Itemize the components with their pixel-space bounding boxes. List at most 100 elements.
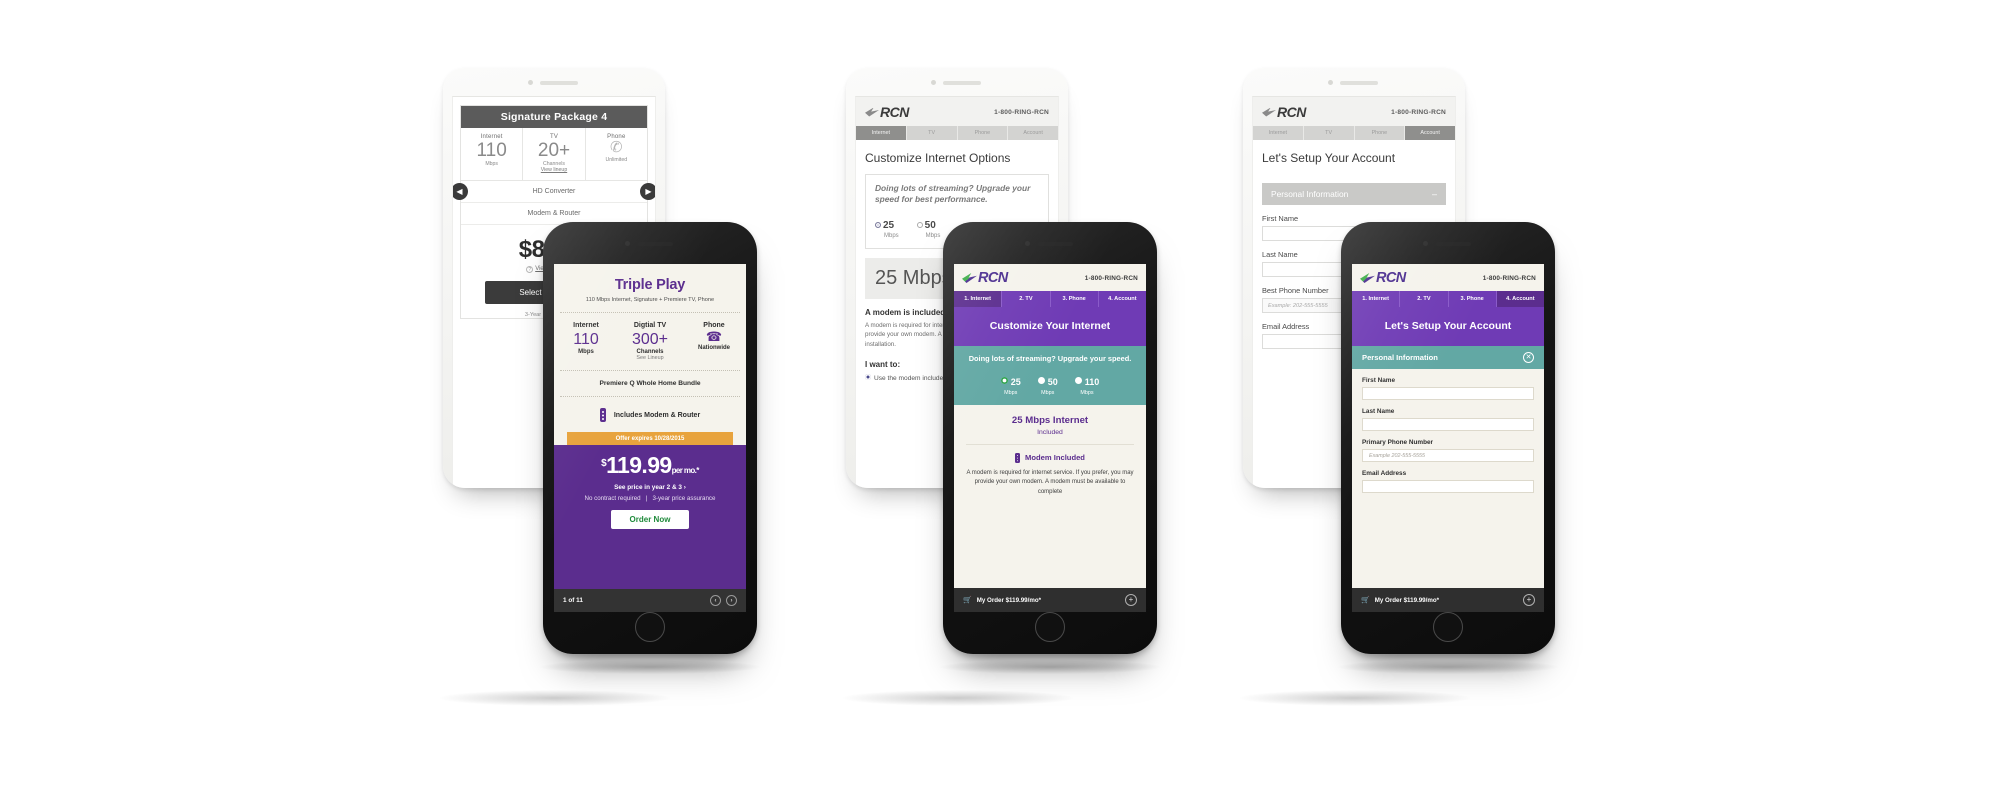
tab-internet[interactable]: Internet — [856, 126, 906, 140]
rcn-logo[interactable]: RCN — [865, 104, 909, 120]
spec-label: Internet — [573, 322, 599, 329]
plan-spec-tv: Digtial TV 300+ Channels See Lineup — [618, 322, 682, 361]
phone-device-1: Triple Play 110 Mbps Internet, Signature… — [543, 222, 757, 654]
plan-status: Included — [1037, 428, 1063, 436]
speaker-icon — [637, 242, 673, 246]
last-name-input[interactable] — [1362, 418, 1534, 431]
home-button[interactable] — [635, 612, 665, 642]
tablet-1-bezel-top — [443, 68, 665, 96]
personal-information-header[interactable]: Personal Information ✕ — [1352, 346, 1544, 369]
rcn-logo[interactable]: RCN — [962, 270, 1008, 286]
spec-value: 300+ — [631, 331, 669, 348]
speed-option-50[interactable]: 50 Mbps — [1037, 372, 1058, 396]
customize-internet-mobile: RCN 1-800-RING-RCN 1. Internet 2. TV 3. … — [954, 264, 1146, 612]
speaker-icon — [540, 81, 578, 85]
view-lineup-link[interactable]: View lineup — [524, 167, 583, 173]
tablet-2-shadow — [843, 690, 1073, 706]
rcn-logo[interactable]: RCN — [1262, 104, 1306, 120]
order-bar[interactable]: 🛒 My Order $119.99/mo* + — [954, 588, 1146, 612]
price-panel: $119.99per mo.* See price in year 2 & 3 … — [554, 445, 746, 589]
tab-internet[interactable]: 1. Internet — [954, 291, 1003, 307]
home-button[interactable] — [1035, 612, 1065, 642]
package-row-hd: HD Converter — [461, 181, 647, 203]
tab-phone[interactable]: 3. Phone — [1050, 291, 1099, 307]
speed-option-25[interactable]: 25 Mbps — [875, 215, 899, 239]
support-phone-number[interactable]: 1-800-RING-RCN — [994, 109, 1049, 116]
page-title: Customize Internet Options — [865, 151, 1011, 165]
tab-tv[interactable]: TV — [1303, 126, 1354, 140]
terms-assurance: 3-year price assurance — [652, 495, 716, 503]
speed-option-50[interactable]: 50 Mbps — [916, 215, 940, 239]
rcn-logo[interactable]: RCN — [1360, 270, 1406, 286]
tab-phone[interactable]: 3. Phone — [1448, 291, 1497, 307]
carousel-next-button[interactable]: › — [726, 595, 737, 606]
camera-icon — [528, 80, 533, 85]
order-summary: 🛒 My Order $119.99/mo* — [963, 596, 1041, 605]
spec-unit: Mbps — [485, 160, 498, 167]
speed-value: 25 — [1010, 376, 1021, 387]
phone-icon: ☎ — [705, 329, 723, 344]
carousel-prev-button[interactable]: ‹ — [710, 595, 721, 606]
close-icon[interactable]: ✕ — [1523, 352, 1534, 363]
field-label-primary-phone: Primary Phone Number — [1362, 439, 1434, 446]
site-header: RCN 1-800-RING-RCN — [856, 97, 1058, 126]
tab-tv[interactable]: 2. TV — [1400, 291, 1449, 307]
speed-unit: Mbps — [1041, 389, 1055, 396]
radio-icon — [916, 221, 923, 228]
phone-2-screen: RCN 1-800-RING-RCN 1. Internet 2. TV 3. … — [954, 264, 1146, 612]
primary-phone-input[interactable]: Example 202-555-5555 — [1362, 449, 1534, 462]
support-phone-number[interactable]: 1-800-RING-RCN — [1085, 275, 1138, 282]
expand-order-icon[interactable]: + — [1523, 594, 1535, 606]
upsell-text: Doing lots of streaming? Upgrade your sp… — [875, 183, 1031, 205]
speed-option-110[interactable]: 110 Mbps — [1074, 372, 1099, 396]
step-tabs: 1. Internet 2. TV 3. Phone 4. Account — [954, 291, 1146, 307]
modem-icon — [1015, 452, 1021, 463]
year-price-link[interactable]: See price in year 2 & 3 › — [562, 484, 738, 491]
tab-internet[interactable]: 1. Internet — [1352, 291, 1401, 307]
phone-1-bezel-top — [543, 222, 757, 264]
personal-information-form: First Name Last Name Primary Phone Numbe… — [1352, 369, 1544, 588]
tab-phone[interactable]: Phone — [957, 126, 1008, 140]
package-title: Signature Package 4 — [461, 106, 647, 128]
field-label-email: Email Address — [1362, 470, 1407, 477]
order-bar[interactable]: 🛒 My Order $119.99/mo* + — [1352, 588, 1544, 612]
phone-1-screen: Triple Play 110 Mbps Internet, Signature… — [554, 264, 746, 612]
tab-tv[interactable]: 2. TV — [1002, 291, 1051, 307]
mobile-header: RCN 1-800-RING-RCN — [954, 264, 1146, 291]
tablet-3-shadow — [1240, 690, 1470, 706]
expand-order-icon[interactable]: + — [1125, 594, 1137, 606]
tab-internet[interactable]: Internet — [1253, 126, 1303, 140]
terms: No contract required | 3-year price assu… — [562, 495, 738, 502]
first-name-input[interactable] — [1362, 387, 1534, 400]
tab-account[interactable]: Account — [1008, 126, 1058, 140]
tab-account[interactable]: Account — [1405, 126, 1455, 140]
plan-spec-internet: Internet 110 Mbps — [554, 322, 618, 361]
step-tabs: 1. Internet 2. TV 3. Phone 4. Account — [1352, 291, 1544, 307]
speed-unit: Mbps — [1004, 389, 1018, 396]
speed-unit: Mbps — [1080, 389, 1094, 396]
tab-tv[interactable]: TV — [906, 126, 957, 140]
rcn-wordmark: RCN — [1277, 104, 1306, 120]
pager-label: 1 of 11 — [563, 597, 583, 604]
spec-label: Phone — [703, 322, 725, 329]
support-phone-number[interactable]: 1-800-RING-RCN — [1391, 109, 1446, 116]
support-phone-number[interactable]: 1-800-RING-RCN — [1483, 275, 1536, 282]
phone-3-screen: RCN 1-800-RING-RCN 1. Internet 2. TV 3. … — [1352, 264, 1544, 612]
tab-phone[interactable]: Phone — [1354, 126, 1405, 140]
carousel-next-button[interactable]: ▶ — [640, 183, 655, 200]
tablet-2-bezel-top — [846, 68, 1068, 96]
tab-account[interactable]: 4. Account — [1098, 291, 1146, 307]
tab-account[interactable]: 4. Account — [1496, 291, 1544, 307]
order-now-button[interactable]: Order Now — [610, 510, 690, 530]
modem-icon — [599, 408, 606, 423]
home-button[interactable] — [1433, 612, 1463, 642]
collapse-icon[interactable]: – — [1432, 189, 1437, 199]
personal-information-header[interactable]: Personal Information – — [1262, 183, 1446, 205]
see-lineup-link[interactable]: See Lineup — [618, 355, 682, 361]
order-label: My Order $119.99/mo* — [1374, 596, 1440, 604]
package-specs: Internet 110 Mbps TV 20+ Channels View l… — [461, 128, 647, 181]
divider — [966, 443, 1134, 445]
email-input[interactable] — [1362, 480, 1534, 493]
speed-upsell-panel: Doing lots of streaming? Upgrade your sp… — [954, 346, 1146, 405]
speed-option-25[interactable]: 25 Mbps — [1000, 372, 1021, 396]
